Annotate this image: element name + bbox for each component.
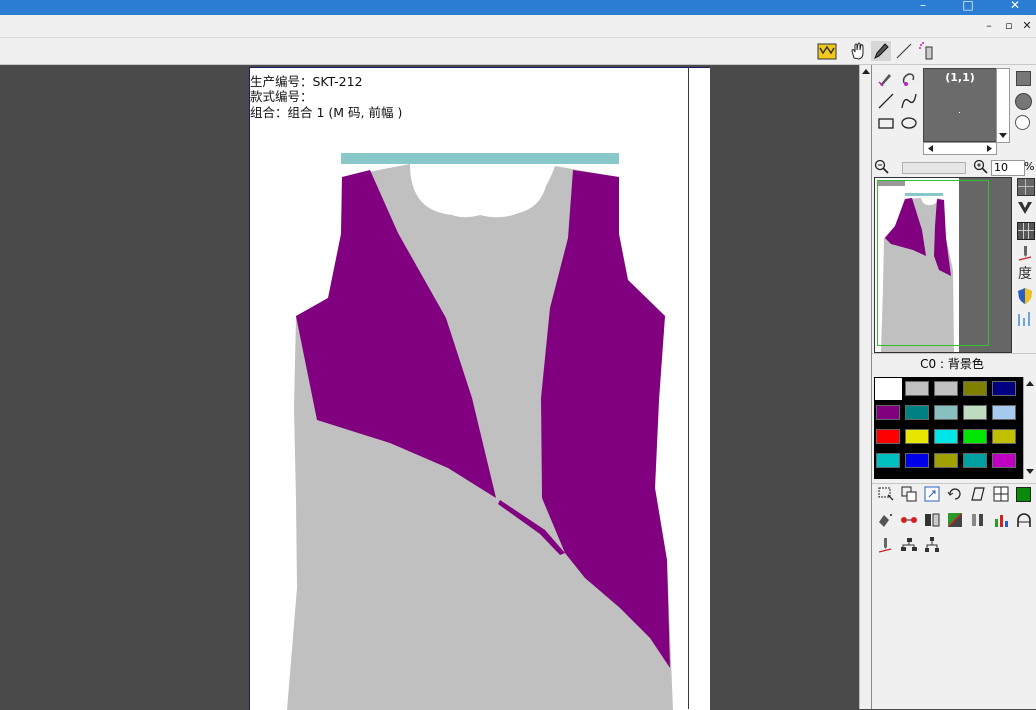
palette-scrollbar[interactable] <box>1023 377 1036 479</box>
palette-swatch[interactable] <box>934 381 958 396</box>
color-replace-icon[interactable] <box>946 511 964 529</box>
mdi-minimize-button[interactable]: – <box>981 18 997 34</box>
palette-scroll-down-icon[interactable] <box>1025 466 1035 476</box>
palette-swatch[interactable] <box>992 453 1016 468</box>
design-sheet[interactable]: 生产编号：SKT-212 款式编号： 组合：组合 1 (M 码, 前幅 ) <box>249 67 710 710</box>
palette-swatch[interactable] <box>875 378 902 400</box>
sheet-guide-line <box>688 67 689 709</box>
hand-pan-icon[interactable] <box>848 41 868 61</box>
palette-swatch[interactable] <box>876 429 900 444</box>
skew-icon[interactable] <box>969 485 987 503</box>
spray-icon[interactable] <box>917 41 937 61</box>
palette-swatch[interactable] <box>963 381 987 396</box>
preview-scroll-right-icon[interactable] <box>985 144 994 153</box>
curve-tool-icon[interactable] <box>900 92 918 110</box>
active-color-square[interactable] <box>1016 487 1031 502</box>
mdi-restore-button[interactable]: ▫ <box>1001 18 1017 34</box>
tree-layout-icon[interactable] <box>923 536 941 554</box>
preview-coordinate: (1,1) <box>945 71 975 84</box>
mdi-close-button[interactable]: ✕ <box>1019 18 1035 34</box>
palette-swatch[interactable] <box>905 381 929 396</box>
zoom-input[interactable]: 10 <box>991 160 1025 176</box>
title-bar: – □ ✕ <box>0 0 1036 15</box>
palette-swatch[interactable] <box>992 429 1016 444</box>
line-tool-icon[interactable] <box>894 41 914 61</box>
palette-swatch[interactable] <box>905 405 929 420</box>
palette-swatch[interactable] <box>963 405 987 420</box>
grid-view-icon[interactable] <box>1017 178 1035 196</box>
neckline <box>410 164 549 215</box>
scroll-up-arrow-icon[interactable] <box>861 67 871 77</box>
palette-swatch[interactable] <box>992 381 1016 396</box>
palette-swatch[interactable] <box>905 429 929 444</box>
shield-icon[interactable] <box>1016 287 1034 305</box>
window-maximize-button[interactable]: □ <box>956 0 980 13</box>
rectangle-tool-icon[interactable] <box>877 114 895 132</box>
preview-vertical-scrollbar[interactable] <box>996 68 1010 143</box>
color-palette <box>874 377 1024 479</box>
rotate-icon[interactable] <box>946 485 964 503</box>
window-minimize-button[interactable]: – <box>911 0 935 13</box>
pattern-grid-icon[interactable] <box>1017 222 1035 240</box>
menu-bar: – ▫ ✕ <box>0 15 1036 38</box>
zoom-out-icon[interactable] <box>874 159 890 175</box>
degree-text-icon[interactable]: 度 <box>1016 265 1034 283</box>
filled-circle-shape-icon[interactable] <box>1015 93 1032 110</box>
bars-icon[interactable] <box>1016 310 1034 328</box>
split-region-icon[interactable] <box>992 485 1010 503</box>
column-adjust-icon[interactable] <box>969 511 987 529</box>
palette-swatch[interactable] <box>905 453 929 468</box>
pencil-tool-icon[interactable] <box>877 536 895 554</box>
palette-swatch[interactable] <box>934 453 958 468</box>
neck-band <box>341 153 619 164</box>
palette-swatch[interactable] <box>934 405 958 420</box>
preview-scroll-left-icon[interactable] <box>926 144 935 153</box>
brush-preview: (1,1) <box>923 68 997 142</box>
window-close-button[interactable]: ✕ <box>1003 0 1027 13</box>
copy-region-icon[interactable] <box>900 485 918 503</box>
toolbar <box>0 38 1036 65</box>
palette-scroll-up-icon[interactable] <box>1025 379 1035 389</box>
text-arch-icon[interactable] <box>1015 511 1033 529</box>
palette-swatch[interactable] <box>963 429 987 444</box>
draw-line-icon[interactable] <box>877 92 895 110</box>
zoom-slider[interactable] <box>902 162 966 174</box>
palette-swatch[interactable] <box>876 405 900 420</box>
palette-swatch[interactable] <box>934 429 958 444</box>
brush-icon[interactable] <box>877 70 895 88</box>
current-color-label: C0 : 背景色 <box>920 357 984 371</box>
spray-paint-icon[interactable] <box>877 511 895 529</box>
ellipse-tool-icon[interactable] <box>900 114 918 132</box>
pencil-underline-icon[interactable] <box>1016 244 1034 262</box>
palette-swatch[interactable] <box>992 405 1016 420</box>
fill-tool-icon[interactable] <box>900 70 918 88</box>
preview-horizontal-scrollbar[interactable] <box>923 142 997 155</box>
pen-tool-icon[interactable] <box>871 41 891 61</box>
garment-drawing[interactable] <box>250 68 710 710</box>
resize-icon[interactable] <box>923 485 941 503</box>
palette-swatch[interactable] <box>876 453 900 468</box>
tool-panel: (1,1) 10 % 度 C0: 背景色 <box>871 65 1036 709</box>
navigator-thumbnail[interactable] <box>874 177 1012 353</box>
link-nodes-icon[interactable] <box>900 511 918 529</box>
palette-swatch[interactable] <box>963 453 987 468</box>
crown-icon[interactable] <box>817 41 837 61</box>
node-layout-icon[interactable] <box>900 536 918 554</box>
stat-chart-icon[interactable] <box>992 511 1010 529</box>
select-region-icon[interactable] <box>877 485 895 503</box>
v-shape-icon[interactable] <box>1016 199 1034 217</box>
viewport-indicator[interactable] <box>877 180 989 346</box>
zoom-percent-label: % <box>1024 160 1035 173</box>
empty-circle-shape-icon[interactable] <box>1015 115 1030 130</box>
square-shape-icon[interactable] <box>1016 71 1031 86</box>
preview-scroll-down-icon[interactable] <box>998 130 1008 140</box>
zoom-in-icon[interactable] <box>973 159 989 175</box>
mirror-icon[interactable] <box>923 511 941 529</box>
